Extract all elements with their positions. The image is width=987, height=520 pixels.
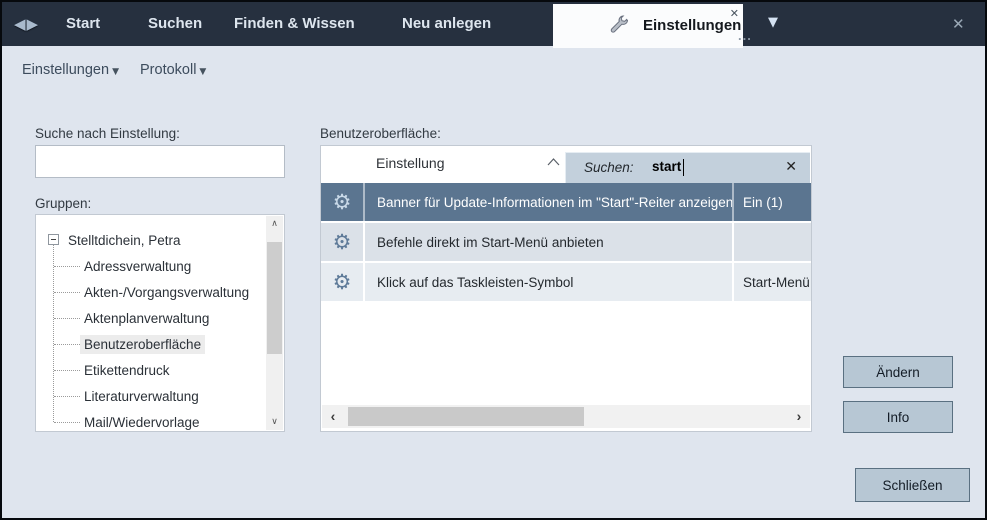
tab-suchen[interactable]: Suchen: [148, 2, 202, 46]
info-button[interactable]: Info: [843, 401, 953, 433]
scroll-left-icon[interactable]: ‹: [322, 405, 344, 428]
tab-overflow[interactable]: ...: [738, 28, 752, 43]
sort-ascending-icon[interactable]: [547, 153, 560, 171]
gear-icon: ⚙: [333, 272, 352, 293]
tree-item[interactable]: Akten-/Vorgangsverwaltung: [80, 279, 253, 305]
setting-name: Klick auf das Taskleisten-Symbol: [365, 263, 734, 301]
setting-name: Befehle direkt im Start-Menü anbieten: [365, 223, 734, 261]
menu-protokoll[interactable]: Protokoll▼: [140, 62, 206, 78]
search-setting-input[interactable]: [35, 145, 285, 178]
tab-close-icon[interactable]: ✕: [730, 7, 739, 20]
row-icon-cell: ⚙: [321, 223, 365, 261]
tree-item-label: Mail/Wiedervorlage: [80, 413, 204, 432]
tree-item-label: Akten-/Vorgangsverwaltung: [80, 283, 253, 302]
scroll-right-icon[interactable]: ›: [788, 405, 810, 428]
tree-item-selected[interactable]: Benutzeroberfläche: [80, 331, 205, 357]
tree-item-label: Benutzeroberfläche: [80, 335, 205, 354]
schliessen-button[interactable]: Schließen: [855, 468, 970, 502]
tree-item-label: Etikettendruck: [80, 361, 174, 380]
settings-table: Einstellung Suchen: start ✕ ⚙ Banner für…: [320, 145, 812, 432]
active-tab-label: Einstellungen: [643, 4, 741, 48]
tree-item[interactable]: Mail/Wiedervorlage: [80, 409, 204, 432]
tree-item[interactable]: Literaturverwaltung: [80, 383, 203, 409]
forward-icon[interactable]: ▶: [27, 15, 39, 33]
tree-root-row[interactable]: Stelltdichein, Petra: [36, 227, 266, 253]
tree-item-label: Adressverwaltung: [80, 257, 195, 276]
chevron-down-icon: ▼: [112, 67, 119, 77]
tab-dropdown-icon[interactable]: ▼: [768, 15, 778, 30]
menu-einstellungen[interactable]: Einstellungen▼: [22, 62, 119, 78]
table-row[interactable]: ⚙ Befehle direkt im Start-Menü anbieten: [321, 223, 811, 261]
row-icon-cell: ⚙: [321, 263, 365, 301]
search-setting-label: Suche nach Einstellung:: [35, 126, 180, 141]
column-header-einstellung[interactable]: Einstellung: [376, 155, 445, 171]
wrench-icon: [607, 15, 631, 44]
setting-name: Banner für Update-Informationen im "Star…: [365, 183, 734, 221]
search-close-icon[interactable]: ✕: [785, 159, 797, 175]
tree-item[interactable]: Aktenplanverwaltung: [80, 305, 213, 331]
settings-window: ◀ ▶ Start Suchen Finden & Wissen Neu anl…: [0, 0, 987, 520]
groups-tree: Stelltdichein, Petra Adressverwaltung Ak…: [35, 214, 285, 432]
text-cursor: [683, 159, 684, 176]
table-search-box[interactable]: Suchen: start ✕: [565, 152, 810, 183]
tree-root-label: Stelltdichein, Petra: [64, 231, 185, 250]
row-icon-cell: ⚙: [321, 183, 365, 221]
tab-finden-wissen[interactable]: Finden & Wissen: [234, 2, 355, 46]
tree-line: [54, 396, 80, 397]
tree-scrollbar[interactable]: ∧ ∨: [266, 216, 283, 430]
tree-line: [54, 292, 80, 293]
tree-scrollbar-thumb[interactable]: [267, 242, 282, 354]
scroll-up-icon[interactable]: ∧: [266, 216, 283, 232]
tab-neu-anlegen[interactable]: Neu anlegen: [402, 2, 491, 46]
aendern-button[interactable]: Ändern: [843, 356, 953, 388]
tab-bar: ◀ ▶ Start Suchen Finden & Wissen Neu anl…: [2, 2, 985, 46]
tree-line: [53, 240, 54, 422]
window-close-icon[interactable]: ✕: [952, 15, 965, 33]
setting-value: [734, 223, 811, 261]
menu-bar: Einstellungen▼ Protokoll▼: [2, 46, 985, 102]
table-header[interactable]: Einstellung Suchen: start ✕: [321, 146, 811, 183]
scroll-down-icon[interactable]: ∨: [266, 414, 283, 430]
tree-item-label: Literaturverwaltung: [80, 387, 203, 406]
setting-value: Ein (1): [734, 183, 811, 221]
table-row[interactable]: ⚙ Klick auf das Taskleisten-Symbol Start…: [321, 263, 811, 301]
setting-value: Start-Menü: [734, 263, 811, 301]
tree-collapse-toggle[interactable]: [48, 234, 59, 245]
groups-label: Gruppen:: [35, 196, 91, 211]
nav-arrows: ◀ ▶: [14, 2, 38, 46]
chevron-down-icon: ▼: [199, 67, 206, 77]
tree-item[interactable]: Etikettendruck: [80, 357, 174, 383]
hscrollbar-thumb[interactable]: [348, 407, 584, 426]
table-rows: ⚙ Banner für Update-Informationen im "St…: [321, 183, 811, 303]
gear-icon: ⚙: [333, 232, 352, 253]
table-row-selected[interactable]: ⚙ Banner für Update-Informationen im "St…: [321, 183, 811, 221]
table-search-label: Suchen:: [584, 160, 634, 175]
tree-line: [54, 266, 80, 267]
tree-line: [54, 422, 80, 423]
tree-item-label: Aktenplanverwaltung: [80, 309, 213, 328]
tree-line: [54, 318, 80, 319]
tab-start[interactable]: Start: [66, 2, 100, 46]
tree-line: [54, 344, 80, 345]
menu-einstellungen-label: Einstellungen: [22, 62, 109, 78]
tree-line: [54, 370, 80, 371]
tree-item[interactable]: Adressverwaltung: [80, 253, 195, 279]
tab-einstellungen-active[interactable]: Einstellungen ✕: [553, 4, 743, 48]
table-horizontal-scrollbar[interactable]: ‹ ›: [322, 405, 810, 428]
back-icon[interactable]: ◀: [14, 15, 26, 33]
menu-protokoll-label: Protokoll: [140, 62, 196, 78]
table-search-input[interactable]: start: [652, 159, 681, 174]
settings-panel-title: Benutzeroberfläche:: [320, 126, 441, 141]
gear-icon: ⚙: [333, 192, 352, 213]
